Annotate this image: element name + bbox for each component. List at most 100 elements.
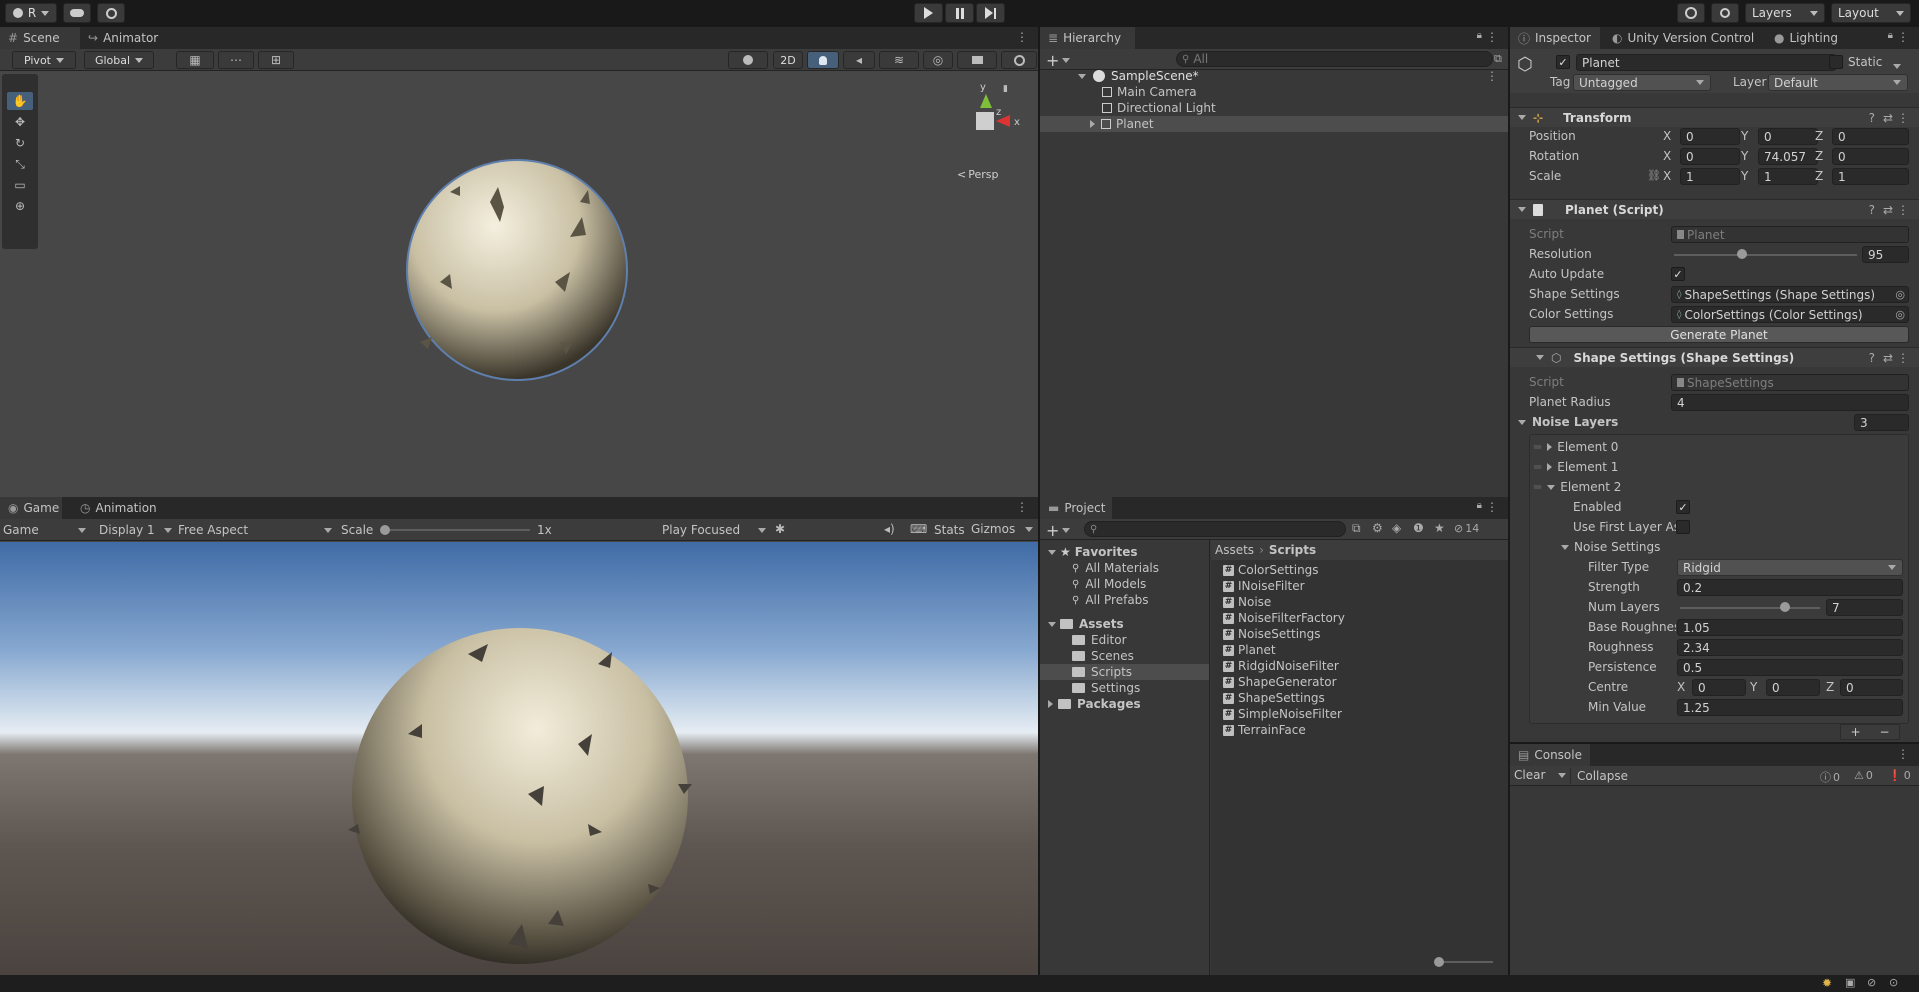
scale-slider-track[interactable]: [382, 529, 530, 531]
centre-x-input[interactable]: 0: [1692, 679, 1746, 696]
audio-toggle[interactable]: ◂: [843, 51, 875, 69]
object-picker-icon[interactable]: ◎: [1895, 288, 1905, 301]
hierarchy-item-main-camera[interactable]: Main Camera: [1040, 84, 1508, 100]
code-optimization-icon[interactable]: ⊙: [1889, 976, 1898, 989]
link-icon[interactable]: ⛓: [1647, 169, 1661, 182]
lock-icon[interactable]: 🔒︎: [1888, 30, 1893, 41]
scale-y-input[interactable]: 1: [1758, 168, 1818, 185]
file-item[interactable]: # SimpleNoiseFilter: [1223, 706, 1342, 722]
warning-count-toggle[interactable]: ⚠ 0: [1854, 769, 1873, 782]
tab-project[interactable]: ▬ Project: [1040, 497, 1112, 519]
help-icon[interactable]: ?: [1869, 203, 1875, 217]
file-item[interactable]: # NoiseSettings: [1223, 626, 1321, 642]
global-dropdown[interactable]: Global: [84, 51, 154, 69]
base-roughness-input[interactable]: 1.05: [1677, 619, 1903, 636]
clear-dropdown[interactable]: Clear: [1514, 768, 1566, 782]
rotation-z-input[interactable]: 0: [1832, 148, 1909, 165]
tag-icon[interactable]: ◈: [1392, 521, 1401, 535]
hand-tool-icon[interactable]: ✋: [7, 92, 33, 110]
pivot-dropdown[interactable]: Pivot: [12, 51, 76, 69]
debug-mode-icon[interactable]: ⊘: [1867, 976, 1876, 989]
element-2-row[interactable]: ═ Element 2: [1534, 479, 1621, 495]
tab-console[interactable]: ▤ Console: [1510, 744, 1590, 766]
expand-icon[interactable]: [1090, 120, 1095, 128]
warning-filter-icon[interactable]: ❶: [1413, 521, 1424, 535]
transform-header[interactable]: ⊹ Transform ? ⇄ ⋮: [1510, 107, 1919, 127]
static-checkbox[interactable]: [1829, 55, 1843, 69]
folder-scripts[interactable]: Scripts: [1040, 664, 1209, 680]
drag-handle-icon[interactable]: ═: [1534, 460, 1541, 474]
grid-snap-button[interactable]: ▦: [176, 51, 214, 69]
tab-version-control[interactable]: ◐ Unity Version Control: [1604, 27, 1762, 49]
gizmos-dropdown-scene[interactable]: [1001, 51, 1037, 69]
breadcrumb-current[interactable]: Scripts: [1269, 543, 1316, 557]
preset-icon[interactable]: ⇄: [1883, 351, 1893, 365]
hierarchy-search-input[interactable]: ⚲ All: [1176, 51, 1493, 67]
project-create-dropdown[interactable]: +: [1046, 521, 1071, 540]
gizmo-cube[interactable]: [976, 112, 994, 130]
game-view-dropdown[interactable]: Game: [3, 521, 86, 539]
num-layers-input[interactable]: 7: [1826, 599, 1903, 616]
component-menu-icon[interactable]: ⋮: [1897, 111, 1909, 125]
hierarchy-scene-row[interactable]: SampleScene* ⋮: [1040, 68, 1508, 84]
inspector-menu-icon[interactable]: ⋮: [1897, 30, 1909, 44]
error-count-toggle[interactable]: ❗ 0: [1888, 769, 1911, 782]
noise-settings-foldout[interactable]: Noise Settings: [1561, 539, 1660, 555]
favorite-star-icon[interactable]: ★: [1434, 521, 1445, 535]
mute-audio-icon[interactable]: ◂): [884, 522, 895, 536]
cache-server-icon[interactable]: ▣: [1845, 976, 1855, 989]
scale-tool-icon[interactable]: ⤡: [7, 155, 33, 173]
snap-increment-button[interactable]: ⋯: [218, 51, 254, 69]
keyboard-icon[interactable]: ⌨: [910, 522, 927, 536]
play-mode-dropdown[interactable]: Play Focused: [662, 521, 766, 539]
folder-settings[interactable]: Settings: [1072, 680, 1140, 696]
console-menu-icon[interactable]: ⋮: [1897, 747, 1909, 761]
hierarchy-menu-icon[interactable]: ⋮: [1486, 30, 1498, 44]
file-item[interactable]: # ShapeSettings: [1223, 690, 1325, 706]
game-menu-icon[interactable]: ⋮: [1016, 500, 1028, 514]
bug-icon[interactable]: ✱: [775, 522, 785, 536]
generate-planet-button[interactable]: Generate Planet: [1529, 326, 1909, 343]
account-dropdown[interactable]: R: [5, 3, 57, 23]
min-value-input[interactable]: 1.25: [1677, 699, 1903, 716]
color-settings-field[interactable]: ◊ ColorSettings (Color Settings) ◎: [1671, 306, 1909, 323]
scene-menu-icon[interactable]: ⋮: [1016, 30, 1028, 44]
position-y-input[interactable]: 0: [1758, 128, 1818, 145]
shape-settings-header[interactable]: ⬡ Shape Settings (Shape Settings) ? ⇄ ⋮: [1510, 347, 1919, 367]
favorite-all-materials[interactable]: ⚲ All Materials: [1072, 560, 1159, 576]
effects-dropdown[interactable]: ≋: [879, 51, 919, 69]
scale-slider-knob[interactable]: [380, 525, 390, 535]
game-viewport[interactable]: [0, 542, 1038, 975]
planet-radius-input[interactable]: 4: [1671, 394, 1909, 411]
file-item[interactable]: # INoiseFilter: [1223, 578, 1305, 594]
component-menu-icon[interactable]: ⋮: [1897, 351, 1909, 365]
object-picker-icon[interactable]: ◎: [1895, 308, 1905, 321]
component-menu-icon[interactable]: ⋮: [1897, 203, 1909, 217]
lock-icon[interactable]: 🔒︎: [1477, 500, 1482, 511]
project-menu-icon[interactable]: ⋮: [1486, 500, 1498, 514]
filter-type-dropdown[interactable]: Ridgid: [1677, 559, 1903, 576]
step-button[interactable]: [976, 3, 1005, 23]
hidden-packages-toggle[interactable]: ⊘ 14: [1454, 522, 1479, 535]
help-icon[interactable]: ?: [1869, 111, 1875, 125]
use-first-layer-checkbox[interactable]: [1676, 520, 1690, 534]
persp-toggle[interactable]: < Persp: [957, 168, 998, 181]
draw-mode-dropdown[interactable]: [728, 51, 768, 69]
camera-dropdown[interactable]: [957, 51, 997, 69]
position-x-input[interactable]: 0: [1680, 128, 1740, 145]
static-dropdown[interactable]: [1893, 58, 1901, 72]
search-by-type-icon[interactable]: ⧉: [1352, 521, 1361, 536]
favorite-all-prefabs[interactable]: ⚲ All Prefabs: [1072, 592, 1149, 608]
file-item[interactable]: # Planet: [1223, 642, 1276, 658]
aspect-dropdown[interactable]: Free Aspect: [178, 521, 332, 539]
element-1-row[interactable]: ═ Element 1: [1534, 459, 1618, 475]
rotation-y-input[interactable]: 74.057: [1758, 148, 1818, 165]
breadcrumb-root[interactable]: Assets: [1215, 543, 1254, 557]
assets-row[interactable]: Assets: [1048, 616, 1124, 632]
file-item[interactable]: # TerrainFace: [1223, 722, 1306, 738]
undo-history-button[interactable]: [1677, 3, 1705, 23]
auto-update-checkbox[interactable]: ✓: [1671, 267, 1685, 281]
rotate-tool-icon[interactable]: ↻: [7, 134, 33, 152]
resolution-input[interactable]: 95: [1862, 246, 1909, 263]
element-0-row[interactable]: ═ Element 0: [1534, 439, 1618, 455]
